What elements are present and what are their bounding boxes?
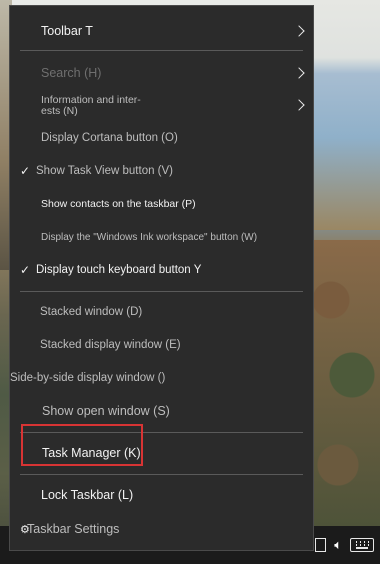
stacked-display-label: Stacked display window (E) [40, 339, 181, 351]
menu-item-contacts[interactable]: Show contacts on the taskbar (P) [10, 192, 313, 216]
menu-item-touch-keyboard[interactable]: ✓ Display touch keyboard button Y [10, 258, 313, 282]
menu-separator [20, 50, 303, 51]
menu-item-toolbar[interactable]: Toolbar T [10, 19, 313, 43]
menu-item-stacked-window[interactable]: Stacked window (D) [10, 300, 313, 324]
lock-taskbar-label: Lock Taskbar (L) [41, 488, 134, 502]
menu-item-taskbar-settings[interactable]: ⚙ Taskbar Settings [10, 516, 313, 542]
menu-separator [20, 474, 303, 475]
volume-icon[interactable]: 🔈︎ [334, 537, 342, 553]
taskbar-settings-label: Taskbar Settings [27, 522, 120, 536]
taskbar-context-menu: Toolbar T Search (H) Information and int… [9, 5, 314, 551]
touch-keyboard-label: Display touch keyboard button Y [36, 264, 202, 276]
network-icon[interactable] [315, 538, 327, 552]
menu-item-show-open-window[interactable]: Show open window (S) [10, 398, 313, 424]
contacts-label: Show contacts on the taskbar (P) [41, 198, 196, 210]
background-sky [310, 0, 380, 230]
system-tray: 🔈︎ [315, 533, 380, 557]
menu-item-side-by-side[interactable]: Side-by-side display window () [10, 366, 313, 390]
chevron-right-icon [293, 99, 305, 111]
side-by-side-label: Side-by-side display window () [10, 372, 166, 384]
stacked-label: Stacked window (D) [40, 306, 143, 318]
cortana-label: Display Cortana button (O) [41, 132, 178, 144]
menu-item-lock-taskbar[interactable]: Lock Taskbar (L) [10, 482, 313, 508]
menu-item-information-interests[interactable]: Information and inter- ests (N) [10, 90, 313, 120]
toolbar-label: Toolbar T [41, 24, 93, 38]
search-label: Search (H) [41, 66, 102, 80]
show-open-label: Show open window (S) [42, 404, 170, 418]
menu-item-ink-workspace[interactable]: Display the "Windows Ink workspace" butt… [10, 225, 313, 249]
keyboard-icon[interactable] [350, 538, 374, 552]
task-view-label: Show Task View button (V) [36, 165, 174, 177]
menu-item-search[interactable]: Search (H) [10, 61, 313, 85]
menu-item-cortana[interactable]: Display Cortana button (O) [10, 126, 313, 150]
task-manager-highlight-box [21, 424, 143, 466]
chevron-right-icon [293, 25, 305, 37]
checkmark-icon: ✓ [20, 164, 31, 178]
menu-item-task-view[interactable]: ✓ Show Task View button (V) [10, 159, 313, 183]
menu-separator [20, 291, 303, 292]
menu-item-stacked-display[interactable]: Stacked display window (E) [10, 333, 313, 357]
checkmark-icon: ✓ [20, 263, 31, 277]
chevron-right-icon [293, 67, 305, 79]
background-shrub [310, 240, 380, 540]
info-label-line2: ests (N) [41, 105, 78, 117]
ink-label: Display the "Windows Ink workspace" butt… [41, 231, 258, 243]
